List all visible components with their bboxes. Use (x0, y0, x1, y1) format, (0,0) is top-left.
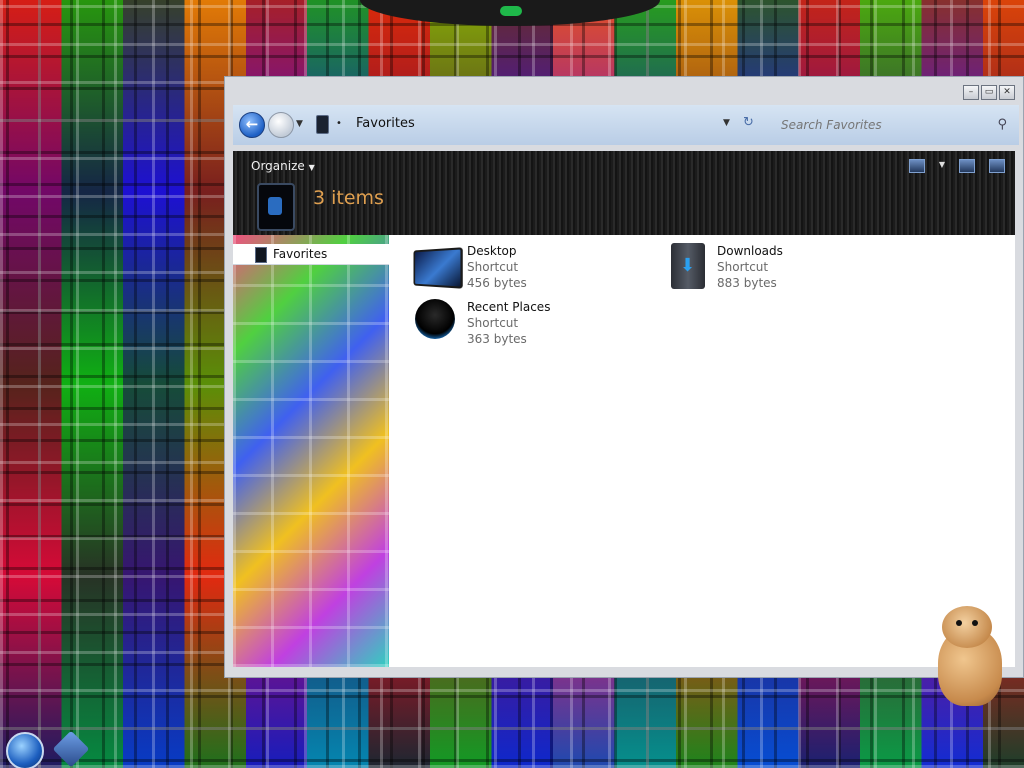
organize-label: Organize (251, 159, 305, 173)
back-button[interactable]: ← (239, 112, 265, 138)
file-type: Shortcut (717, 260, 769, 274)
chevron-down-icon: ▼ (308, 163, 315, 172)
search-input[interactable] (773, 111, 993, 139)
breadcrumb-separator-icon[interactable]: • (336, 118, 342, 129)
search-icon[interactable]: ⚲ (997, 117, 1007, 132)
minimize-button[interactable]: – (963, 85, 979, 100)
help-icon[interactable] (989, 159, 1005, 173)
file-name: Desktop (467, 244, 517, 258)
file-type: Shortcut (467, 316, 519, 330)
hamster-head (942, 606, 992, 648)
file-type: Shortcut (467, 260, 519, 274)
folder-preview-icon (257, 183, 295, 231)
gadget-indicator (500, 6, 522, 16)
preview-pane-icon[interactable] (959, 159, 975, 173)
views-dropdown-icon[interactable]: ▼ (939, 159, 945, 171)
address-dropdown-icon[interactable]: ▼ (723, 118, 730, 128)
address-bar: ← ▼ • Favorites ▼ ↻ ⚲ (233, 105, 1019, 145)
window-controls: – ▭ ✕ (963, 85, 1015, 100)
file-size: 883 bytes (717, 276, 777, 290)
nav-item-favorites[interactable]: Favorites (233, 244, 389, 265)
refresh-icon[interactable]: ↻ (743, 115, 754, 130)
recent-pages-dropdown-icon[interactable]: ▼ (296, 119, 303, 129)
file-name: Recent Places (467, 300, 551, 314)
start-button[interactable] (6, 732, 44, 768)
forward-button[interactable] (268, 112, 294, 138)
views-icon[interactable] (908, 159, 925, 173)
hamster-mascot-image (920, 604, 1010, 708)
desktop-icon (413, 247, 463, 289)
recent-places-icon (415, 299, 455, 339)
close-button[interactable]: ✕ (999, 85, 1015, 100)
file-item-desktop[interactable]: Desktop Shortcut 456 bytes (411, 243, 527, 291)
command-toolbar: Organize ▼ ▼ 3 items (233, 151, 1015, 235)
hamster-eye (972, 620, 978, 626)
favorites-icon (255, 247, 267, 263)
breadcrumb-favorites[interactable]: Favorites (356, 116, 415, 131)
favorites-location-icon (316, 115, 329, 134)
hamster-eye (956, 620, 962, 626)
file-name: Downloads (717, 244, 783, 258)
downloads-folder-icon (671, 243, 705, 289)
file-item-recent-places[interactable]: Recent Places Shortcut 363 bytes (415, 299, 550, 347)
explorer-window: – ▭ ✕ ← ▼ • Favorites ▼ ↻ ⚲ Organize ▼ ▼… (224, 76, 1024, 678)
nav-item-label: Favorites (273, 247, 328, 261)
file-size: 363 bytes (467, 332, 527, 346)
view-tools: ▼ (908, 159, 1005, 173)
search-box: ⚲ (773, 111, 1013, 139)
item-count: 3 items (313, 187, 384, 209)
restore-button[interactable]: ▭ (981, 85, 997, 100)
file-list: Desktop Shortcut 456 bytes Downloads Sho… (389, 235, 1015, 667)
navigation-pane: Favorites (233, 235, 389, 667)
file-size: 456 bytes (467, 276, 527, 290)
organize-menu-button[interactable]: Organize ▼ (251, 159, 315, 173)
file-item-downloads[interactable]: Downloads Shortcut 883 bytes (665, 243, 783, 291)
